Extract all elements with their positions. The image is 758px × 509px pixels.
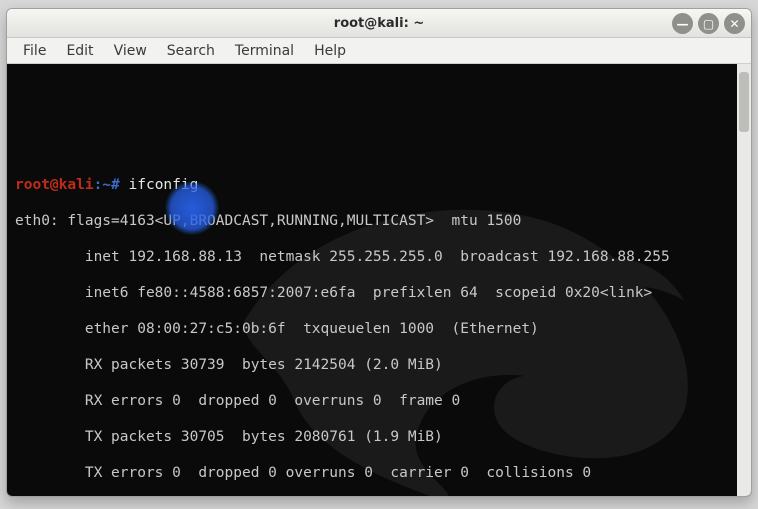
line-eth0-rxe: RX errors 0 dropped 0 overruns 0 frame 0: [15, 392, 729, 410]
menu-search[interactable]: Search: [157, 40, 225, 62]
terminal-window: root@kali: ~ — ▢ ✕ File Edit View Search…: [6, 8, 752, 497]
prompt-path: :~#: [94, 177, 120, 193]
menu-file[interactable]: File: [13, 40, 56, 62]
window-controls: — ▢ ✕: [672, 13, 745, 34]
menubar: File Edit View Search Terminal Help: [7, 38, 751, 64]
scrollbar-thumb[interactable]: [739, 72, 749, 132]
line-eth0-ether: ether 08:00:27:c5:0b:6f txqueuelen 1000 …: [15, 320, 729, 338]
terminal-panel: root@kali:~# ifconfig eth0: flags=4163<U…: [7, 64, 751, 496]
titlebar: root@kali: ~ — ▢ ✕: [7, 9, 751, 38]
scrollbar[interactable]: [737, 64, 751, 496]
line-eth0-txe: TX errors 0 dropped 0 overruns 0 carrier…: [15, 464, 729, 482]
line-eth0-inet6: inet6 fe80::4588:6857:2007:e6fa prefixle…: [15, 284, 729, 302]
menu-help[interactable]: Help: [304, 40, 356, 62]
prompt-user-host: root@kali: [15, 177, 94, 193]
line-eth0-txp: TX packets 30705 bytes 2080761 (1.9 MiB): [15, 428, 729, 446]
line-prompt-1: root@kali:~# ifconfig: [15, 176, 729, 194]
menu-terminal[interactable]: Terminal: [225, 40, 304, 62]
menu-edit[interactable]: Edit: [56, 40, 103, 62]
line-eth0-inet: inet 192.168.88.13 netmask 255.255.255.0…: [15, 248, 729, 266]
maximize-button[interactable]: ▢: [698, 13, 719, 34]
minimize-button[interactable]: —: [672, 13, 693, 34]
line-eth0-header: eth0: flags=4163<UP,BROADCAST,RUNNING,MU…: [15, 212, 729, 230]
menu-view[interactable]: View: [104, 40, 157, 62]
line-eth0-rxp: RX packets 30739 bytes 2142504 (2.0 MiB): [15, 356, 729, 374]
cmd-ifconfig: ifconfig: [129, 177, 199, 193]
window-title: root@kali: ~: [334, 16, 424, 31]
terminal-output[interactable]: root@kali:~# ifconfig eth0: flags=4163<U…: [7, 64, 737, 496]
close-button[interactable]: ✕: [724, 13, 745, 34]
